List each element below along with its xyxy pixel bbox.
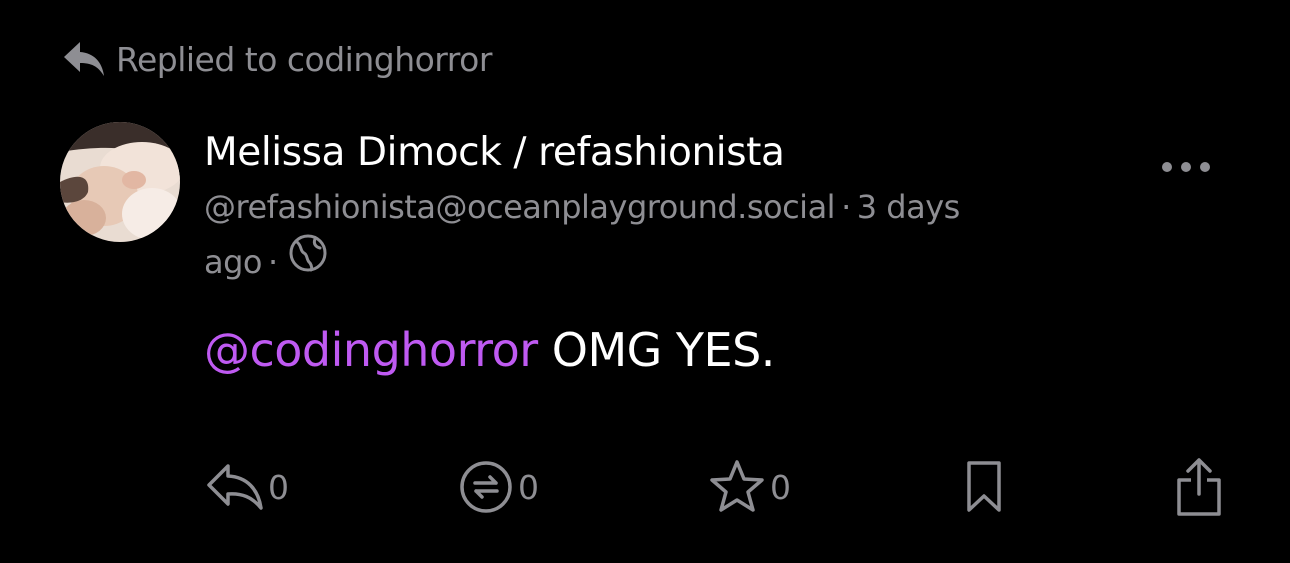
reply-arrow-filled-icon <box>62 40 106 78</box>
ellipsis-icon <box>1162 162 1210 172</box>
avatar-photo <box>60 122 180 242</box>
boost-button[interactable]: 0 <box>458 456 539 518</box>
reply-button[interactable]: 0 <box>206 456 289 518</box>
author-block: Melissa Dimock / refashionista @refashio… <box>204 126 1134 290</box>
author-handle[interactable]: @refashionista@oceanplayground.social <box>204 188 836 226</box>
mention-link[interactable]: @codinghorror <box>204 323 538 377</box>
boost-icon <box>458 459 514 515</box>
share-button[interactable] <box>1174 456 1224 518</box>
author-display-name[interactable]: Melissa Dimock / refashionista <box>204 126 1134 180</box>
avatar[interactable] <box>60 122 180 242</box>
favourite-count: 0 <box>770 467 791 507</box>
reply-icon <box>206 462 264 512</box>
meta-separator: · <box>268 243 278 281</box>
favourite-button[interactable]: 0 <box>708 456 791 518</box>
post-text: OMG YES. <box>537 323 776 377</box>
bookmark-button[interactable] <box>964 456 1004 518</box>
reply-context-label: Replied to codinghorror <box>116 39 492 79</box>
post-content: @codinghorror OMG YES. <box>204 318 775 382</box>
reply-count: 0 <box>268 467 289 507</box>
globe-icon <box>288 233 328 290</box>
reply-context[interactable]: Replied to codinghorror <box>62 36 492 82</box>
more-options-button[interactable] <box>1158 150 1214 184</box>
share-icon <box>1174 456 1224 518</box>
star-icon <box>708 459 766 515</box>
bookmark-icon <box>964 459 1004 515</box>
post-meta: @refashionista@oceanplayground.social · 3 … <box>204 180 974 290</box>
meta-separator: · <box>841 188 851 226</box>
boost-count: 0 <box>518 467 539 507</box>
